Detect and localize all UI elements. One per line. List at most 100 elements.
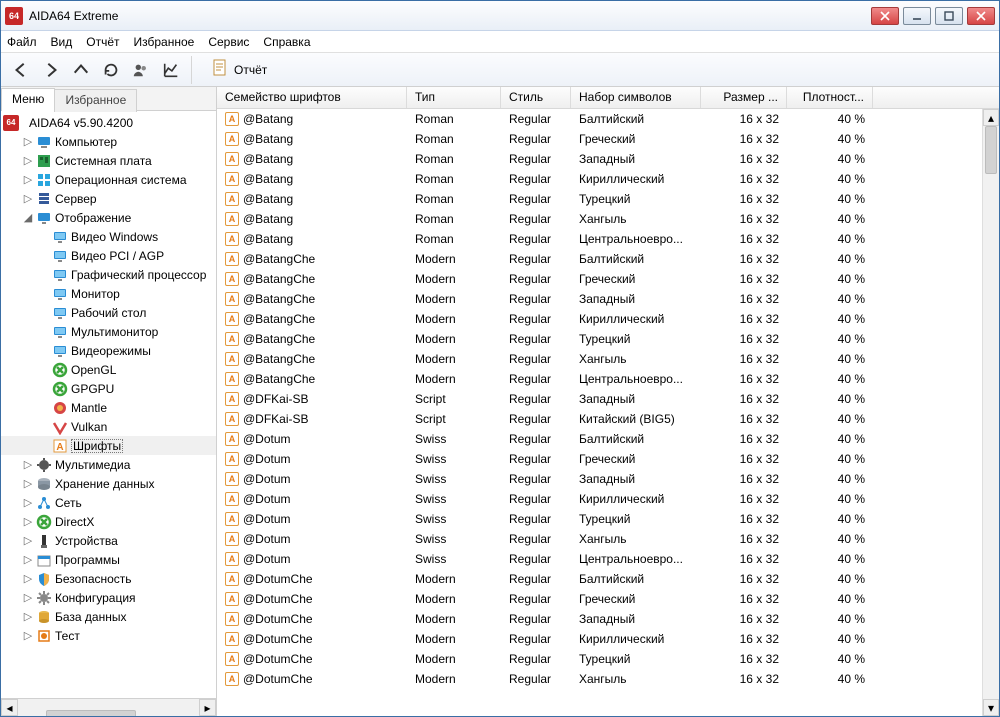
table-row[interactable]: A@DotumCheModernRegularКириллический16 x… [217, 629, 999, 649]
scrollbar-thumb[interactable] [46, 710, 136, 717]
expand-icon[interactable]: ▷ [21, 572, 35, 585]
col-density[interactable]: Плотност... [787, 87, 873, 108]
table-row[interactable]: A@BatangCheModernRegularЦентральноевро..… [217, 369, 999, 389]
tree-item[interactable]: Видеорежимы [1, 341, 216, 360]
table-row[interactable]: A@BatangRomanRegularЦентральноевро...16 … [217, 229, 999, 249]
tree-item[interactable]: ▷Устройства [1, 531, 216, 550]
menu-view[interactable]: Вид [51, 35, 73, 49]
tree-item[interactable]: ▷Программы [1, 550, 216, 569]
tree-item[interactable]: GPGPU [1, 379, 216, 398]
table-row[interactable]: A@BatangRomanRegularБалтийский16 x 3240 … [217, 109, 999, 129]
tree-item[interactable]: ▷Хранение данных [1, 474, 216, 493]
tree-item[interactable]: AШрифты [1, 436, 216, 455]
table-row[interactable]: A@BatangCheModernRegularЗападный16 x 324… [217, 289, 999, 309]
menu-favorites[interactable]: Избранное [134, 35, 195, 49]
table-row[interactable]: A@BatangCheModernRegularТурецкий16 x 324… [217, 329, 999, 349]
scroll-down-icon[interactable]: ▾ [983, 699, 999, 716]
tree-horizontal-scrollbar[interactable]: ◂ ▸ [1, 698, 216, 716]
menu-file[interactable]: Файл [7, 35, 37, 49]
table-row[interactable]: A@DotumCheModernRegularЗападный16 x 3240… [217, 609, 999, 629]
scrollbar-thumb[interactable] [985, 126, 997, 174]
col-charset[interactable]: Набор символов [571, 87, 701, 108]
expand-icon[interactable]: ▷ [21, 610, 35, 623]
minimize-button[interactable] [903, 7, 931, 25]
tree-item[interactable]: ▷Операционная система [1, 170, 216, 189]
tree-item[interactable]: ▷Мультимедиа [1, 455, 216, 474]
expand-icon[interactable]: ▷ [21, 553, 35, 566]
table-row[interactable]: A@DotumCheModernRegularБалтийский16 x 32… [217, 569, 999, 589]
expand-icon[interactable]: ▷ [21, 458, 35, 471]
table-row[interactable]: A@DotumSwissRegularЗападный16 x 3240 % [217, 469, 999, 489]
tree-item[interactable]: ▷Безопасность [1, 569, 216, 588]
col-type[interactable]: Тип [407, 87, 501, 108]
tab-favorites[interactable]: Избранное [54, 89, 137, 112]
up-button[interactable] [67, 56, 95, 84]
expand-icon[interactable]: ▷ [21, 515, 35, 528]
tree-item[interactable]: ▷Компьютер [1, 132, 216, 151]
tree-item[interactable]: ▷База данных [1, 607, 216, 626]
tree-item[interactable]: Видео Windows [1, 227, 216, 246]
scroll-right-icon[interactable]: ▸ [199, 699, 216, 716]
tree-root[interactable]: 64AIDA64 v5.90.4200 [1, 113, 216, 132]
table-row[interactable]: A@BatangRomanRegularХангыль16 x 3240 % [217, 209, 999, 229]
table-row[interactable]: A@DotumCheModernRegularТурецкий16 x 3240… [217, 649, 999, 669]
tree-item[interactable]: OpenGL [1, 360, 216, 379]
table-row[interactable]: A@DFKai-SBScriptRegularКитайский (BIG5)1… [217, 409, 999, 429]
tree-item[interactable]: Графический процессор [1, 265, 216, 284]
expand-icon[interactable]: ▷ [21, 534, 35, 547]
tree-item[interactable]: Монитор [1, 284, 216, 303]
menu-tools[interactable]: Сервис [208, 35, 249, 49]
tree-item[interactable]: Vulkan [1, 417, 216, 436]
menu-help[interactable]: Справка [263, 35, 310, 49]
table-row[interactable]: A@DotumSwissRegularКириллический16 x 324… [217, 489, 999, 509]
tab-menu[interactable]: Меню [1, 88, 55, 111]
table-row[interactable]: A@BatangCheModernRegularГреческий16 x 32… [217, 269, 999, 289]
table-row[interactable]: A@DFKai-SBScriptRegularЗападный16 x 3240… [217, 389, 999, 409]
table-row[interactable]: A@BatangCheModernRegularКириллический16 … [217, 309, 999, 329]
tree-item[interactable]: ▷Сервер [1, 189, 216, 208]
expand-icon[interactable]: ▷ [21, 477, 35, 490]
table-row[interactable]: A@DotumCheModernRegularХангыль16 x 3240 … [217, 669, 999, 689]
table-row[interactable]: A@DotumSwissRegularГреческий16 x 3240 % [217, 449, 999, 469]
col-size[interactable]: Размер ... [701, 87, 787, 108]
tree-item[interactable]: ▷Тест [1, 626, 216, 645]
close-button[interactable] [967, 7, 995, 25]
tree-item[interactable]: Видео PCI / AGP [1, 246, 216, 265]
expand-icon[interactable]: ▷ [21, 591, 35, 604]
table-row[interactable]: A@BatangRomanRegularТурецкий16 x 3240 % [217, 189, 999, 209]
table-row[interactable]: A@DotumSwissRegularХангыль16 x 3240 % [217, 529, 999, 549]
grid-body[interactable]: A@BatangRomanRegularБалтийский16 x 3240 … [217, 109, 999, 716]
scroll-up-icon[interactable]: ▴ [983, 109, 999, 126]
table-row[interactable]: A@DotumSwissRegularБалтийский16 x 3240 % [217, 429, 999, 449]
table-row[interactable]: A@BatangCheModernRegularХангыль16 x 3240… [217, 349, 999, 369]
maximize-button[interactable] [935, 7, 963, 25]
expand-icon[interactable]: ▷ [21, 154, 35, 167]
expand-icon[interactable]: ▷ [21, 629, 35, 642]
chart-button[interactable] [157, 56, 185, 84]
table-row[interactable]: A@BatangRomanRegularГреческий16 x 3240 % [217, 129, 999, 149]
refresh-button[interactable] [97, 56, 125, 84]
scroll-left-icon[interactable]: ◂ [1, 699, 18, 716]
close-secondary-button[interactable] [871, 7, 899, 25]
tree-item[interactable]: ◢Отображение [1, 208, 216, 227]
navigation-tree[interactable]: 64AIDA64 v5.90.4200▷Компьютер▷Системная … [1, 111, 216, 698]
expand-icon[interactable]: ▷ [21, 496, 35, 509]
expand-icon[interactable]: ▷ [21, 173, 35, 186]
table-row[interactable]: A@BatangRomanRegularКириллический16 x 32… [217, 169, 999, 189]
expand-icon[interactable]: ◢ [21, 211, 35, 224]
menu-report[interactable]: Отчёт [86, 35, 119, 49]
expand-icon[interactable]: ▷ [21, 135, 35, 148]
table-row[interactable]: A@DotumSwissRegularЦентральноевро...16 x… [217, 549, 999, 569]
forward-button[interactable] [37, 56, 65, 84]
grid-vertical-scrollbar[interactable]: ▴ ▾ [982, 109, 999, 716]
tree-item[interactable]: Рабочий стол [1, 303, 216, 322]
tree-item[interactable]: Mantle [1, 398, 216, 417]
col-family[interactable]: Семейство шрифтов [217, 87, 407, 108]
table-row[interactable]: A@BatangRomanRegularЗападный16 x 3240 % [217, 149, 999, 169]
tree-item[interactable]: ▷DirectX [1, 512, 216, 531]
table-row[interactable]: A@DotumSwissRegularТурецкий16 x 3240 % [217, 509, 999, 529]
back-button[interactable] [7, 56, 35, 84]
tree-item[interactable]: ▷Системная плата [1, 151, 216, 170]
col-style[interactable]: Стиль [501, 87, 571, 108]
tree-item[interactable]: ▷Сеть [1, 493, 216, 512]
